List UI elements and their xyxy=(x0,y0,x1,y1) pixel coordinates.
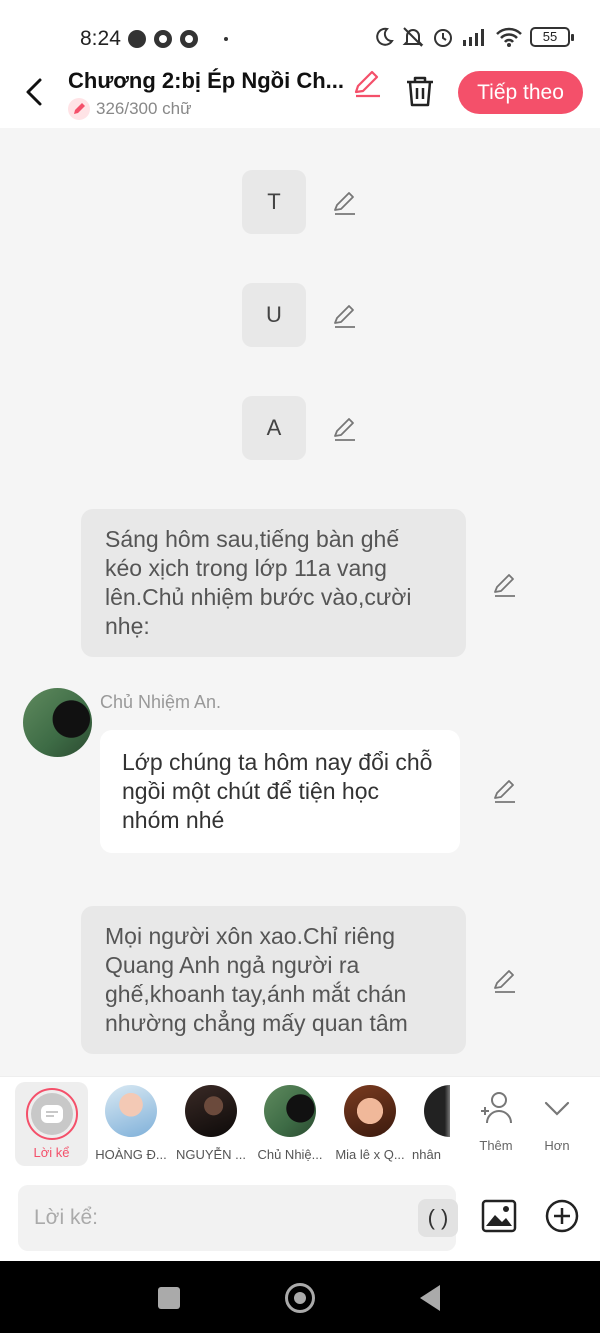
edit-pencil-icon[interactable] xyxy=(332,190,358,216)
narrator-button[interactable]: Lời kể xyxy=(15,1082,88,1166)
edit-pencil-icon[interactable] xyxy=(492,968,518,994)
speaker-avatar[interactable] xyxy=(23,688,92,757)
dialogue-bubble[interactable]: Lớp chúng ta hôm nay đổi chỗ ngồi một ch… xyxy=(100,730,460,853)
character-bar: Lời kể HOÀNG Đ... NGUYỄN ... Chủ Nhiệ...… xyxy=(0,1076,600,1174)
narrator-label: Lời kể xyxy=(33,1145,70,1160)
more-label: Hơn xyxy=(544,1138,570,1153)
add-circle-icon[interactable] xyxy=(545,1199,579,1233)
more-button[interactable]: Hơn xyxy=(527,1089,587,1153)
status-system-icons: 55 xyxy=(374,26,574,48)
add-character-button[interactable]: Thêm xyxy=(466,1089,526,1153)
edit-pencil-icon[interactable] xyxy=(492,572,518,598)
signal-icon xyxy=(463,29,484,46)
status-notification-icons xyxy=(128,30,228,48)
alarm-icon xyxy=(434,29,452,47)
character-avatar xyxy=(424,1085,450,1137)
edit-pencil-icon[interactable] xyxy=(332,303,358,329)
add-person-icon xyxy=(481,1092,512,1124)
character-name: NGUYỄN ... xyxy=(175,1147,247,1162)
trash-icon[interactable] xyxy=(404,74,436,108)
input-bar: ( ) xyxy=(0,1174,600,1261)
character-name: HOÀNG Đ... xyxy=(95,1147,167,1162)
home-button[interactable] xyxy=(285,1283,315,1313)
chat-notification-icon xyxy=(128,30,146,48)
letter-bubble[interactable]: T xyxy=(242,170,306,234)
character-name: Chủ Nhiệ... xyxy=(257,1147,323,1162)
narrator-chat-icon xyxy=(30,1093,73,1135)
story-content[interactable]: T U A Sáng hôm sau,tiếng bàn ghế kéo xịc… xyxy=(0,128,600,1076)
narration-bubble[interactable]: Mọi người xôn xao.Chỉ riêng Quang Anh ng… xyxy=(81,906,466,1054)
wifi-icon xyxy=(496,27,522,47)
character-item[interactable]: nhân xyxy=(410,1085,450,1162)
input-container: ( ) xyxy=(18,1185,458,1251)
parentheses-button[interactable]: ( ) xyxy=(418,1199,458,1237)
character-name: nhân xyxy=(412,1147,441,1162)
back-button[interactable] xyxy=(420,1285,440,1311)
chrome-notification-icon-2 xyxy=(180,30,198,48)
narration-input[interactable] xyxy=(34,1203,394,1233)
character-name: Mia lê x Q... xyxy=(335,1147,405,1162)
character-avatar xyxy=(264,1085,316,1137)
chrome-notification-icon xyxy=(154,30,172,48)
edit-pencil-icon[interactable] xyxy=(492,778,518,804)
word-count-row: 326/300 chữ xyxy=(68,98,192,120)
letter-bubble[interactable]: U xyxy=(242,283,306,347)
next-button[interactable]: Tiếp theo xyxy=(458,71,583,114)
speaker-name: Chủ Nhiệm An. xyxy=(100,692,222,712)
character-avatar xyxy=(344,1085,396,1137)
status-bar: 8:24 55 xyxy=(0,0,600,58)
image-icon[interactable] xyxy=(481,1198,517,1234)
editor-header: Chương 2:bị Ép Ngồi Ch... 326/300 chữ Ti… xyxy=(0,58,600,128)
moon-icon xyxy=(376,27,394,46)
character-avatar xyxy=(105,1085,157,1137)
character-item[interactable]: HOÀNG Đ... xyxy=(92,1085,170,1162)
edit-pencil-icon[interactable] xyxy=(332,416,358,442)
pencil-badge-icon xyxy=(68,98,90,120)
status-time: 8:24 xyxy=(80,27,121,50)
back-arrow-icon[interactable] xyxy=(18,72,50,112)
narration-bubble[interactable]: Sáng hôm sau,tiếng bàn ghế kéo xịch tron… xyxy=(81,509,466,657)
add-character-label: Thêm xyxy=(479,1138,513,1153)
word-count: 326/300 chữ xyxy=(96,99,192,118)
character-item[interactable]: Mia lê x Q... xyxy=(331,1085,409,1162)
edit-title-pencil-icon[interactable] xyxy=(352,68,382,98)
chapter-title[interactable]: Chương 2:bị Ép Ngồi Ch... xyxy=(68,68,344,94)
chevron-down-icon xyxy=(544,1101,570,1116)
battery-icon: 55 xyxy=(530,27,574,47)
more-notifications-icon xyxy=(224,37,228,41)
recents-button[interactable] xyxy=(158,1287,180,1309)
character-item[interactable]: Chủ Nhiệ... xyxy=(251,1085,329,1162)
narrator-ring xyxy=(25,1088,78,1140)
character-avatar xyxy=(185,1085,237,1137)
system-nav-bar xyxy=(0,1261,600,1333)
character-item[interactable]: NGUYỄN ... xyxy=(172,1085,250,1162)
letter-bubble[interactable]: A xyxy=(242,396,306,460)
bell-off-icon xyxy=(402,27,424,47)
